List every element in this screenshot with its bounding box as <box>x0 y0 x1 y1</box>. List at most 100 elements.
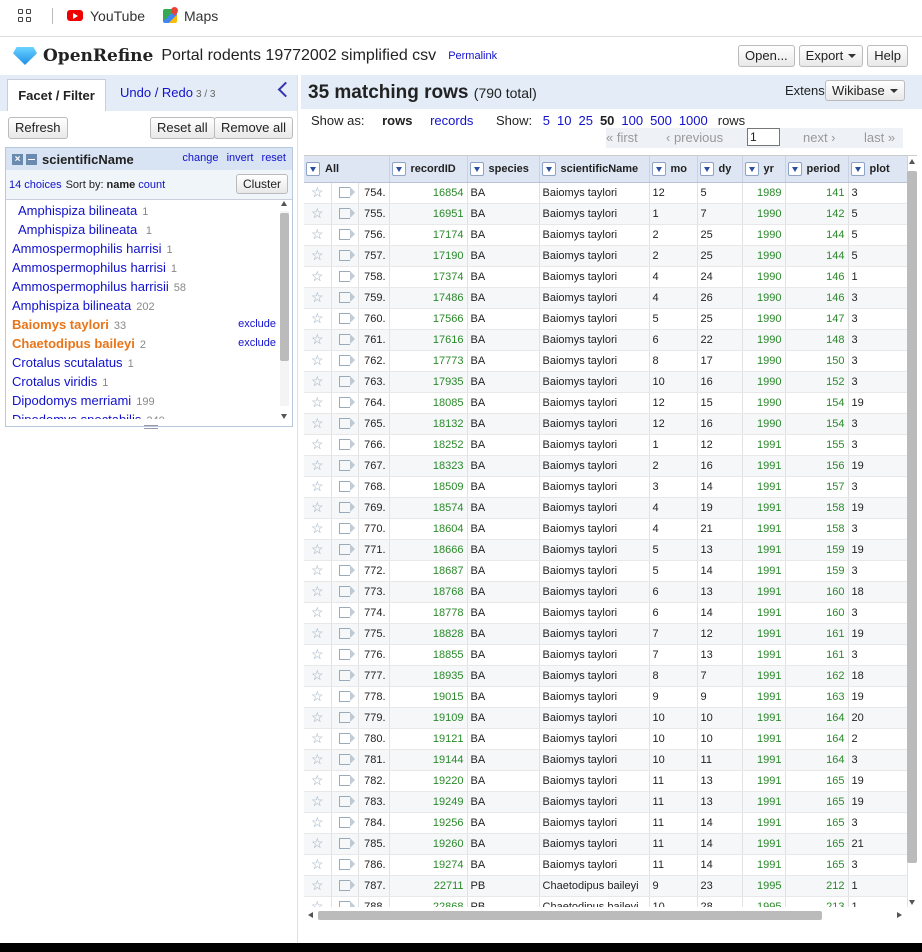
table-cell[interactable]: Baiomys taylori <box>539 245 650 267</box>
table-cell[interactable]: Baiomys taylori <box>539 224 650 246</box>
star-icon[interactable]: ☆ <box>311 478 324 494</box>
star-icon[interactable]: ☆ <box>311 226 324 242</box>
facet-choice[interactable]: Ammospermophilus harrisi 1 <box>6 258 278 277</box>
flag-cell[interactable] <box>331 581 359 603</box>
table-cell[interactable]: 16 <box>697 413 743 435</box>
flag-cell[interactable] <box>331 455 359 477</box>
table-cell[interactable]: BA <box>467 602 540 624</box>
remove-all-button[interactable]: Remove all <box>214 117 294 139</box>
table-cell[interactable]: 19220 <box>389 770 468 792</box>
table-cell[interactable]: 14 <box>697 833 743 855</box>
star-cell[interactable]: ☆ <box>304 854 332 876</box>
facet-choice[interactable]: Baiomys taylori 33 exclude <box>6 315 278 334</box>
table-cell[interactable]: 1991 <box>742 518 786 540</box>
previous-page-link[interactable]: ‹ previous <box>666 130 723 145</box>
table-cell[interactable]: 22 <box>697 329 743 351</box>
table-cell[interactable]: 22868 <box>389 896 468 907</box>
table-cell[interactable]: 18604 <box>389 518 468 540</box>
table-cell[interactable]: 7 <box>649 623 698 645</box>
table-cell[interactable]: 10 <box>649 707 698 729</box>
table-cell[interactable]: BA <box>467 371 540 393</box>
table-cell[interactable]: 1991 <box>742 581 786 603</box>
star-icon[interactable]: ☆ <box>311 877 324 893</box>
table-cell[interactable]: 17566 <box>389 308 468 330</box>
flag-icon[interactable] <box>339 439 355 451</box>
table-cell[interactable]: BA <box>467 854 540 876</box>
facet-choices-count[interactable]: 14 choices <box>9 179 62 191</box>
table-cell[interactable]: 1991 <box>742 854 786 876</box>
flag-cell[interactable] <box>331 770 359 792</box>
table-cell[interactable]: 154 <box>785 413 849 435</box>
column-header[interactable]: plot <box>848 156 908 183</box>
table-cell[interactable]: 3 <box>848 476 908 498</box>
star-icon[interactable]: ☆ <box>311 436 324 452</box>
star-cell[interactable]: ☆ <box>304 518 332 540</box>
table-cell[interactable]: 1991 <box>742 476 786 498</box>
table-cell[interactable]: 142 <box>785 203 849 225</box>
table-cell[interactable]: 18778 <box>389 602 468 624</box>
table-cell[interactable]: 162 <box>785 665 849 687</box>
table-cell[interactable]: 28 <box>697 896 743 907</box>
table-cell[interactable]: 5 <box>649 539 698 561</box>
flag-icon[interactable] <box>339 292 355 304</box>
table-cell[interactable]: 7 <box>649 644 698 666</box>
star-icon[interactable]: ☆ <box>311 898 324 907</box>
flag-cell[interactable] <box>331 644 359 666</box>
flag-cell[interactable] <box>331 497 359 519</box>
table-cell[interactable]: 4 <box>649 518 698 540</box>
table-cell[interactable]: 155 <box>785 434 849 456</box>
table-cell[interactable]: 8 <box>649 350 698 372</box>
table-cell[interactable]: 5 <box>649 560 698 582</box>
table-cell[interactable]: 3 <box>848 182 908 204</box>
table-cell[interactable]: BA <box>467 623 540 645</box>
bookmark-youtube[interactable]: YouTube <box>67 8 145 24</box>
scroll-thumb[interactable] <box>318 911 822 920</box>
table-cell[interactable]: BA <box>467 266 540 288</box>
tab-undo-redo[interactable]: Undo / Redo 3 / 3 <box>120 85 215 100</box>
table-cell[interactable]: BA <box>467 287 540 309</box>
flag-cell[interactable] <box>331 833 359 855</box>
flag-icon[interactable] <box>339 502 355 514</box>
table-cell[interactable]: 18855 <box>389 644 468 666</box>
table-cell[interactable]: BA <box>467 350 540 372</box>
flag-cell[interactable] <box>331 791 359 813</box>
table-cell[interactable]: 4 <box>649 497 698 519</box>
scroll-up-icon[interactable] <box>281 201 287 206</box>
table-cell[interactable]: 154 <box>785 392 849 414</box>
table-cell[interactable]: 17773 <box>389 350 468 372</box>
table-cell[interactable]: Baiomys taylori <box>539 812 650 834</box>
facet-choice[interactable]: Crotalus viridis 1 <box>6 372 278 391</box>
flag-cell[interactable] <box>331 602 359 624</box>
star-cell[interactable]: ☆ <box>304 266 332 288</box>
star-cell[interactable]: ☆ <box>304 770 332 792</box>
show-as-records[interactable]: records <box>430 113 473 128</box>
table-cell[interactable]: Baiomys taylori <box>539 392 650 414</box>
table-cell[interactable]: 19 <box>848 539 908 561</box>
scroll-up-icon[interactable] <box>909 159 915 164</box>
table-cell[interactable]: 12 <box>697 623 743 645</box>
table-cell[interactable]: Baiomys taylori <box>539 707 650 729</box>
table-cell[interactable]: BA <box>467 329 540 351</box>
star-icon[interactable]: ☆ <box>311 331 324 347</box>
facet-choice[interactable]: Ammospermophilus harrisii 58 <box>6 277 278 296</box>
table-cell[interactable]: 1995 <box>742 875 786 897</box>
star-cell[interactable]: ☆ <box>304 896 332 907</box>
table-cell[interactable]: 19144 <box>389 749 468 771</box>
table-cell[interactable]: 18252 <box>389 434 468 456</box>
table-cell[interactable]: 159 <box>785 539 849 561</box>
table-cell[interactable]: 1991 <box>742 560 786 582</box>
table-cell[interactable]: 25 <box>697 224 743 246</box>
table-cell[interactable]: 12 <box>649 413 698 435</box>
table-cell[interactable]: 1990 <box>742 287 786 309</box>
table-cell[interactable]: Baiomys taylori <box>539 413 650 435</box>
flag-icon[interactable] <box>339 691 355 703</box>
table-cell[interactable]: BA <box>467 833 540 855</box>
star-cell[interactable]: ☆ <box>304 455 332 477</box>
column-menu-dropdown-icon[interactable] <box>699 161 714 176</box>
flag-icon[interactable] <box>339 733 355 745</box>
table-cell[interactable]: 146 <box>785 266 849 288</box>
table-cell[interactable]: 5 <box>649 308 698 330</box>
star-icon[interactable]: ☆ <box>311 184 324 200</box>
table-cell[interactable]: Baiomys taylori <box>539 203 650 225</box>
scroll-down-icon[interactable] <box>281 414 287 419</box>
